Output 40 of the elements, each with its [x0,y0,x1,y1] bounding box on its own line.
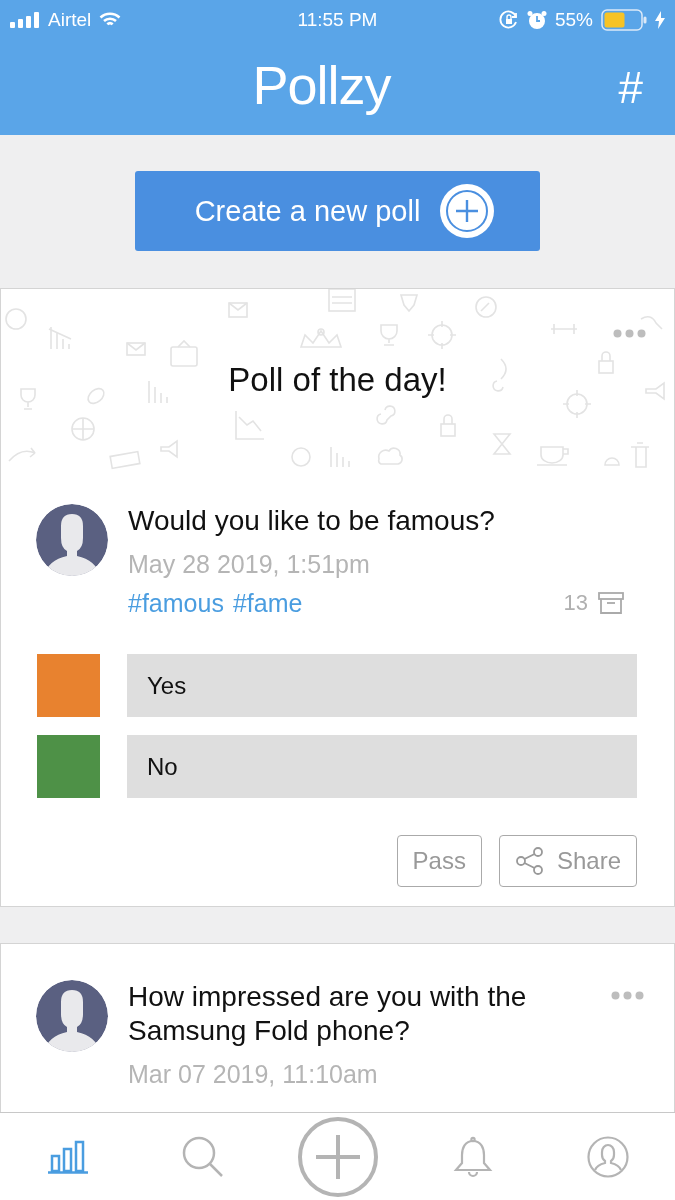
profile-icon [586,1135,629,1178]
poll-question: Would you like to be famous? [128,504,496,538]
charging-bolt-icon [655,11,665,29]
answer-option[interactable]: No [127,735,637,798]
profile-tab[interactable] [586,1135,629,1178]
more-options-icon[interactable] [611,991,644,1000]
banner-title: Poll of the day! [228,361,447,399]
create-poll-button[interactable]: Create a new poll [135,171,540,251]
alarm-clock-icon [526,10,547,30]
clock-time: 11:55 PM [297,9,378,31]
vote-count: 13 [563,589,588,617]
add-poll-tab[interactable] [297,1116,378,1197]
share-icon [514,846,545,876]
poll-date: May 28 2019, 1:51pm [128,549,371,579]
search-tab[interactable] [181,1135,224,1178]
stats-tab[interactable] [46,1139,89,1174]
more-options-icon[interactable] [613,329,646,338]
search-icon [181,1135,224,1178]
bar-chart-icon [46,1139,89,1174]
share-button[interactable]: Share [498,835,637,887]
hashtag-link[interactable]: #fame [232,588,303,618]
notifications-tab[interactable] [451,1135,494,1178]
avatar-icon [36,504,108,576]
carrier-name: Airtel [48,9,92,31]
bell-icon [451,1135,494,1178]
answer-option[interactable]: Yes [127,654,637,717]
wifi-icon [99,12,122,28]
archive-box-icon[interactable] [598,592,624,614]
plus-circle-icon [440,184,495,238]
pass-button[interactable]: Pass [396,835,482,887]
battery-percent: 55% [554,9,593,31]
orientation-lock-icon [498,10,519,30]
poll-question: How impressed are you with the Samsung Fold phone? [128,980,528,1048]
plus-circle-icon [297,1116,378,1197]
signal-icon [10,12,40,28]
hashtag-button[interactable]: # [618,65,643,110]
hashtag-link[interactable]: #famous [128,588,224,618]
avatar-icon [36,980,108,1052]
poll-date: Mar 07 2019, 11:10am [128,1059,379,1089]
battery-icon [601,9,647,31]
